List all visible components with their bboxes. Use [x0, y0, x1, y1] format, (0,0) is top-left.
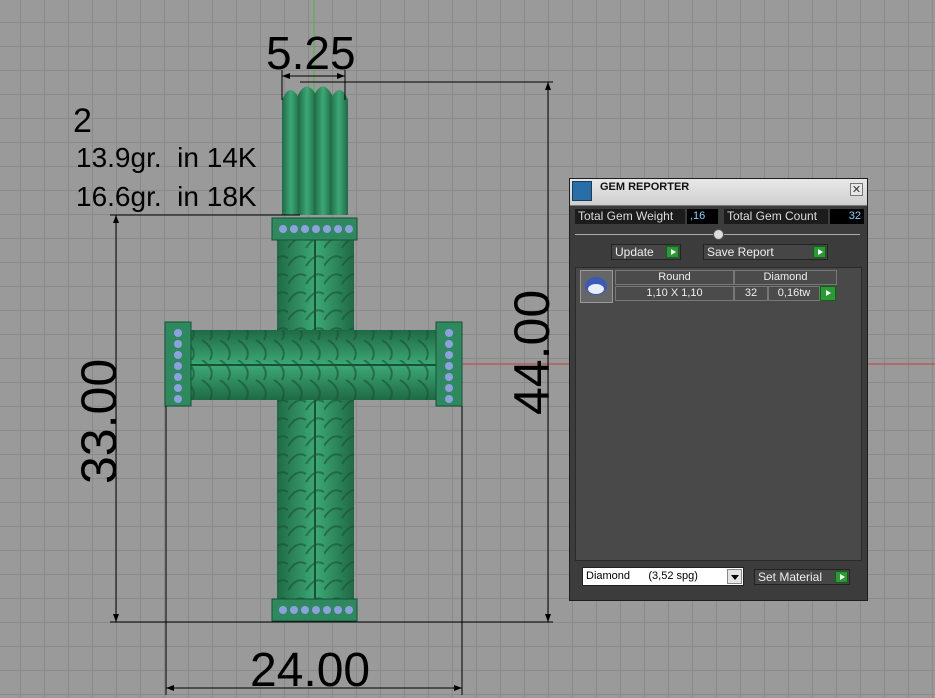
update-label: Update: [615, 245, 654, 259]
dim-total-height: 44.00: [504, 289, 560, 415]
annotation-weight-14k: 13.9gr. in 14K: [76, 142, 257, 173]
panel-title: GEM REPORTER: [600, 181, 690, 193]
gem-round-icon: [580, 270, 613, 303]
gem-count: 32: [734, 286, 768, 301]
dim-top-width: 5.25: [266, 27, 356, 79]
header-shape: Round: [615, 270, 734, 285]
gem-weight: 0,16tw: [768, 286, 820, 301]
cap-right: [435, 321, 463, 407]
save-report-label: Save Report: [707, 245, 774, 259]
gem-size: 1,10 X 1,10: [615, 286, 734, 301]
chevron-down-icon: [727, 569, 742, 584]
set-material-button[interactable]: Set Material: [754, 569, 850, 585]
annotation-count: 2: [73, 102, 92, 140]
gem-reporter-panel: GEM REPORTER ✕ Total Gem Weight ,16 Tota…: [569, 178, 868, 601]
save-report-button[interactable]: Save Report: [703, 244, 828, 260]
update-button[interactable]: Update: [611, 244, 681, 260]
bail: [282, 86, 348, 215]
gem-row-arrow-button[interactable]: [820, 286, 836, 301]
gem-list[interactable]: [575, 267, 862, 561]
cap-left: [164, 321, 192, 407]
play-arrow-icon: [825, 290, 831, 296]
panel-titlebar[interactable]: GEM REPORTER ✕: [570, 179, 867, 206]
slider-knob[interactable]: [713, 229, 724, 240]
header-material: Diamond: [734, 270, 837, 285]
cap-top: [271, 217, 358, 241]
play-arrow-icon: [835, 571, 848, 583]
total-weight-value: ,16: [687, 209, 718, 224]
annotation-weight-18k: 16.6gr. in 18K: [76, 181, 257, 212]
total-weight-label: Total Gem Weight: [575, 209, 685, 224]
play-arrow-icon: [666, 246, 679, 258]
material-selected-value: Diamond (3,52 spg): [586, 570, 698, 582]
set-material-label: Set Material: [758, 570, 823, 584]
dim-body-height: 33.00: [71, 358, 127, 484]
close-icon[interactable]: ✕: [850, 183, 863, 196]
gem-table-row[interactable]: Round Diamond 1,10 X 1,10 32 0,16tw: [580, 270, 837, 304]
gem-reporter-icon: [572, 181, 592, 201]
material-dropdown[interactable]: Diamond (3,52 spg): [582, 567, 744, 586]
total-count-value: 32: [830, 209, 864, 224]
dim-arm-width: 24.00: [250, 644, 371, 697]
play-arrow-icon: [813, 246, 826, 258]
cap-bottom: [271, 598, 358, 622]
total-count-label: Total Gem Count: [724, 209, 828, 224]
